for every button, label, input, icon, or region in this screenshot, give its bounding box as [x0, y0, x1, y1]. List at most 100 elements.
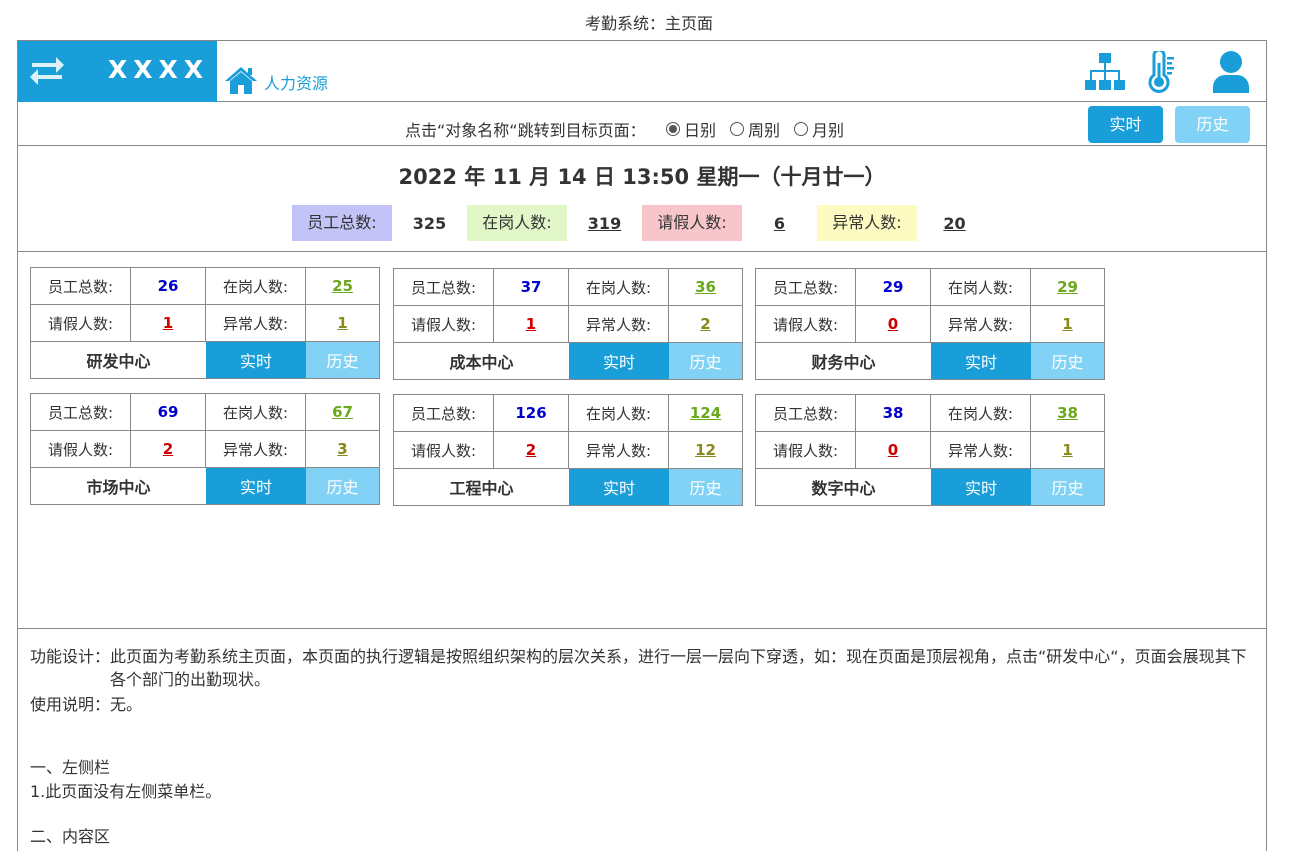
- card-row-total: 员工总数: 37 在岗人数: 36: [394, 269, 742, 306]
- radio-weekly[interactable]: 周别: [730, 117, 780, 141]
- home-label[interactable]: 人力资源: [264, 70, 328, 94]
- history-button[interactable]: 历史: [1175, 106, 1250, 143]
- radio-daily-label[interactable]: 日别: [684, 117, 716, 141]
- card-realtime-button[interactable]: 实时: [931, 343, 1031, 379]
- radio-weekly-label[interactable]: 周别: [748, 117, 780, 141]
- card-onduty-label: 在岗人数:: [569, 395, 669, 431]
- card-abnormal-label: 异常人数:: [206, 305, 306, 341]
- card-history-button[interactable]: 历史: [306, 468, 379, 504]
- department-card: 员工总数: 26 在岗人数: 25 请假人数: 1 异常人数: 1 研发中心 实时 历史: [30, 267, 380, 379]
- summary-panel: 2022 年 11 月 14 日 13:50 星期一（十月廿一） 员工总数: 3…: [18, 146, 1266, 252]
- card-realtime-button[interactable]: 实时: [569, 343, 669, 379]
- total-value: 325: [412, 213, 447, 233]
- swap-icon[interactable]: [28, 54, 66, 88]
- department-card: 员工总数: 126 在岗人数: 124 请假人数: 2 异常人数: 12 工程中心 实时 历史: [393, 394, 743, 506]
- card-abnormal-label: 异常人数:: [569, 432, 669, 468]
- radio-monthly-dot[interactable]: [794, 122, 809, 136]
- card-row-total: 员工总数: 26 在岗人数: 25: [31, 268, 379, 305]
- card-abnormal-label: 异常人数:: [931, 306, 1031, 342]
- card-abnormal-label: 异常人数:: [206, 431, 306, 467]
- nav-hint: 点击“对象名称“跳转到目标页面：: [405, 121, 646, 140]
- card-leave-label: 请假人数:: [394, 432, 494, 468]
- card-department-name[interactable]: 成本中心: [394, 343, 569, 379]
- card-realtime-button[interactable]: 实时: [206, 342, 306, 378]
- card-abnormal-value[interactable]: 2: [669, 306, 742, 342]
- card-department-name[interactable]: 研发中心: [31, 342, 206, 378]
- card-history-button[interactable]: 历史: [306, 342, 379, 378]
- radio-weekly-dot[interactable]: [730, 122, 745, 136]
- card-row-leave: 请假人数: 2 异常人数: 3: [31, 431, 379, 468]
- card-history-button[interactable]: 历史: [1031, 343, 1104, 379]
- onduty-value[interactable]: 319: [567, 214, 642, 233]
- department-card: 员工总数: 37 在岗人数: 36 请假人数: 1 异常人数: 2 成本中心 实时 历史: [393, 268, 743, 380]
- card-row-total: 员工总数: 29 在岗人数: 29: [756, 269, 1104, 306]
- card-realtime-button[interactable]: 实时: [206, 468, 306, 504]
- department-card: 员工总数: 38 在岗人数: 38 请假人数: 0 异常人数: 1 数字中心 实时 历史: [755, 394, 1105, 506]
- card-leave-value[interactable]: 0: [856, 306, 931, 342]
- card-onduty-label: 在岗人数:: [931, 395, 1031, 431]
- design-note: 功能设计： 此页面为考勤系统主页面，本页面的执行逻辑是按照组织架构的层次关系，进…: [30, 645, 1255, 691]
- home-link[interactable]: 人力资源: [224, 65, 328, 95]
- card-total-value: 126: [494, 395, 569, 431]
- card-department-name[interactable]: 财务中心: [756, 343, 931, 379]
- card-footer: 财务中心 实时 历史: [756, 343, 1104, 379]
- card-department-name[interactable]: 市场中心: [31, 468, 206, 504]
- radio-daily-dot[interactable]: [666, 122, 680, 136]
- card-abnormal-value[interactable]: 12: [669, 432, 742, 468]
- card-abnormal-value[interactable]: 1: [1031, 306, 1104, 342]
- design-note-label: 功能设计：: [30, 647, 111, 666]
- department-card: 员工总数: 69 在岗人数: 67 请假人数: 2 异常人数: 3 市场中心 实时 历史: [30, 393, 380, 505]
- card-onduty-value[interactable]: 29: [1031, 269, 1104, 305]
- card-leave-value[interactable]: 2: [494, 432, 569, 468]
- card-realtime-button[interactable]: 实时: [569, 469, 669, 505]
- card-onduty-value[interactable]: 25: [306, 268, 379, 304]
- period-radio-group: 日别 周别 月别: [666, 117, 844, 141]
- card-onduty-value[interactable]: 124: [669, 395, 742, 431]
- org-chart-icon[interactable]: [1084, 51, 1126, 93]
- user-icon[interactable]: [1211, 49, 1251, 95]
- department-card: 员工总数: 29 在岗人数: 29 请假人数: 0 异常人数: 1 财务中心 实时 历史: [755, 268, 1105, 380]
- home-icon[interactable]: [224, 65, 258, 95]
- card-leave-value[interactable]: 1: [131, 305, 206, 341]
- leave-value[interactable]: 6: [742, 214, 817, 233]
- total-label: 员工总数:: [292, 205, 392, 241]
- card-leave-value[interactable]: 1: [494, 306, 569, 342]
- card-row-leave: 请假人数: 0 异常人数: 1: [756, 432, 1104, 469]
- card-abnormal-value[interactable]: 3: [306, 431, 379, 467]
- app-frame: XXXX 人力资源 点击“对象名称“跳转到目标页面： 日别 周别 月别 实时 历…: [17, 40, 1267, 851]
- card-abnormal-value[interactable]: 1: [306, 305, 379, 341]
- card-department-name[interactable]: 工程中心: [394, 469, 569, 505]
- top-bar: XXXX 人力资源: [18, 41, 1266, 102]
- thermometer-icon[interactable]: [1144, 51, 1178, 93]
- card-onduty-value[interactable]: 38: [1031, 395, 1104, 431]
- summary-stats: 员工总数: 325 在岗人数: 319 请假人数: 6 异常人数: 20: [292, 205, 992, 241]
- datetime-display: 2022 年 11 月 14 日 13:50 星期一（十月廿一）: [398, 165, 886, 189]
- card-leave-value[interactable]: 0: [856, 432, 931, 468]
- radio-monthly[interactable]: 月别: [794, 117, 844, 141]
- card-footer: 市场中心 实时 历史: [31, 468, 379, 504]
- card-realtime-button[interactable]: 实时: [931, 469, 1031, 505]
- card-total-label: 员工总数:: [756, 395, 856, 431]
- radio-monthly-label[interactable]: 月别: [812, 117, 844, 141]
- abnormal-value[interactable]: 20: [917, 214, 992, 233]
- card-history-button[interactable]: 历史: [1031, 469, 1104, 505]
- card-history-button[interactable]: 历史: [669, 469, 742, 505]
- card-total-value: 29: [856, 269, 931, 305]
- card-total-label: 员工总数:: [394, 269, 494, 305]
- card-onduty-value[interactable]: 36: [669, 269, 742, 305]
- radio-daily[interactable]: 日别: [666, 117, 716, 141]
- card-onduty-label: 在岗人数:: [931, 269, 1031, 305]
- card-leave-value[interactable]: 2: [131, 431, 206, 467]
- card-department-name[interactable]: 数字中心: [756, 469, 931, 505]
- card-history-button[interactable]: 历史: [669, 343, 742, 379]
- card-leave-label: 请假人数:: [394, 306, 494, 342]
- card-total-value: 38: [856, 395, 931, 431]
- card-total-label: 员工总数:: [31, 268, 131, 304]
- section1-title: 一、左侧栏: [30, 758, 111, 777]
- card-total-label: 员工总数:: [756, 269, 856, 305]
- card-total-label: 员工总数:: [31, 394, 131, 430]
- card-abnormal-value[interactable]: 1: [1031, 432, 1104, 468]
- realtime-button[interactable]: 实时: [1088, 106, 1163, 143]
- leave-label: 请假人数:: [642, 205, 742, 241]
- card-onduty-value[interactable]: 67: [306, 394, 379, 430]
